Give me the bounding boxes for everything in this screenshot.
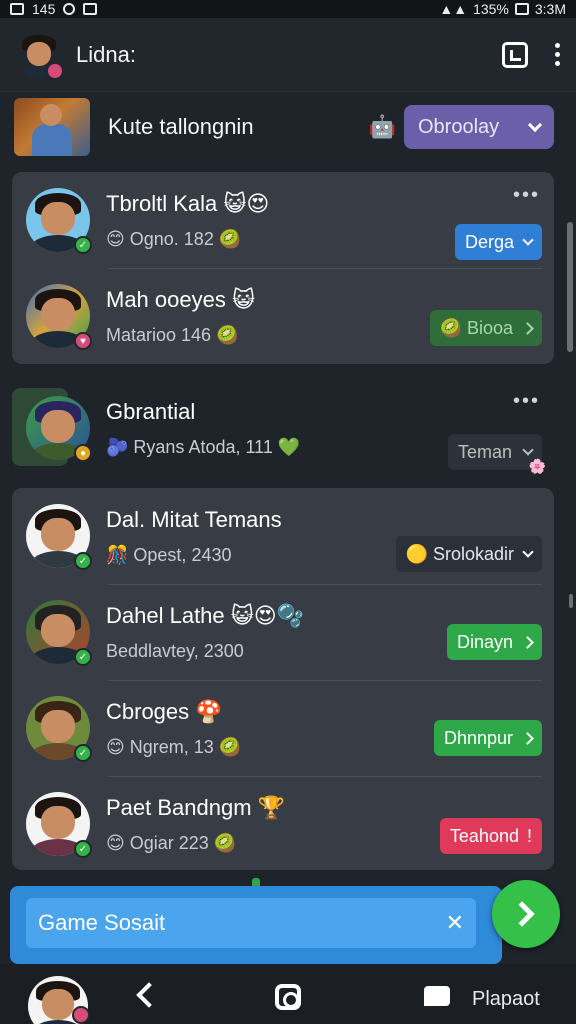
- avatar: ♥: [26, 284, 92, 350]
- avatar: ✓: [26, 600, 92, 666]
- avatar: ✓: [26, 188, 92, 254]
- chevron-right-icon: [521, 635, 534, 649]
- friend-name: Mah ooeyes 😺: [106, 286, 255, 312]
- dropdown-label: Obroolay: [418, 115, 500, 138]
- friend-action-button[interactable]: Derga: [454, 224, 542, 260]
- friend-row[interactable]: ✓ Tbroltl Kala 😺😍 😊 Ogno. 182 🥝 Derga: [12, 172, 554, 268]
- button-label: Teman: [457, 441, 512, 462]
- friend-row[interactable]: ♥ Mah ooeyes 😺 Matarioo 146 🥝 🥝 Biooa: [12, 268, 554, 364]
- notification-icon: [83, 3, 98, 15]
- bottom-navigation: Plapaot: [0, 964, 576, 1024]
- scrollbar-handle[interactable]: [569, 594, 573, 608]
- arrow-right-icon: [509, 901, 535, 927]
- online-badge: ✓: [74, 744, 92, 762]
- avatar: ✓: [26, 504, 92, 570]
- button-label: Dinayn: [456, 631, 513, 652]
- online-badge: ✓: [74, 552, 92, 570]
- friend-action-button[interactable]: Teahond !: [439, 818, 542, 854]
- avatar: ✓: [26, 696, 92, 762]
- friend-name: Gbrantial: [106, 398, 196, 424]
- chevron-down-icon: [527, 117, 543, 132]
- button-label: Teahond: [449, 825, 519, 846]
- friend-action-button[interactable]: Dhnnpur: [433, 720, 542, 756]
- profile-avatar[interactable]: [16, 32, 64, 80]
- status-badge: [72, 1006, 90, 1024]
- app-header: Lidna:: [0, 18, 576, 92]
- online-badge: ✓: [74, 236, 92, 254]
- friend-action-button[interactable]: 🟡 Srolokadir: [395, 536, 542, 572]
- chat-icon[interactable]: [424, 986, 450, 1006]
- signal-icon: ▲▲: [439, 1, 468, 17]
- chevron-down-icon: [522, 545, 534, 558]
- sync-icon: [63, 3, 76, 15]
- friend-action-button[interactable]: 🥝 Biooa: [429, 310, 542, 346]
- status-bar: 145 ▲▲ 135% 3:3M: [0, 0, 576, 18]
- search-input[interactable]: Game Sosait ✕: [26, 898, 476, 948]
- friend-name: Cbroges 🍄: [106, 698, 223, 724]
- friend-card: ✓ Dal. Mitat Temans 🎊 Opest, 2430 🟡 Srol…: [12, 488, 554, 870]
- back-icon[interactable]: [136, 982, 162, 1008]
- friend-row[interactable]: ✓ Paet Bandngm 🏆 😊 Ogiar 223 🥝 Teahond !: [12, 776, 554, 872]
- friend-action-button[interactable]: Dinayn: [446, 624, 542, 660]
- friend-row[interactable]: ✓ Dal. Mitat Temans 🎊 Opest, 2430 🟡 Srol…: [12, 488, 554, 584]
- chevron-right-icon: [521, 321, 534, 335]
- page-title: Lidna:: [76, 41, 136, 67]
- friend-status: 🎊 Opest, 2430: [106, 544, 232, 565]
- friend-row[interactable]: ✓ Cbroges 🍄 😊 Ngrem, 13 🥝 Dhnnpur: [12, 680, 554, 776]
- featured-dropdown[interactable]: Obroolay: [404, 105, 554, 149]
- search-value: Game Sosait: [38, 910, 166, 935]
- profile-avatar[interactable]: [28, 976, 90, 1024]
- clear-icon[interactable]: ✕: [446, 910, 464, 936]
- button-label: 🥝 Biooa: [439, 317, 513, 338]
- chevron-down-icon: [522, 233, 534, 246]
- friend-status: Beddlavtey, 2300: [106, 640, 244, 661]
- featured-item[interactable]: Kute tallongnin 🤖 Obroolay: [14, 96, 554, 158]
- avatar: ✓: [26, 792, 92, 858]
- friend-name: Dal. Mitat Temans: [106, 506, 282, 532]
- info-icon: !: [526, 825, 532, 846]
- featured-thumbnail: [14, 98, 90, 156]
- status-clock: 3:3M: [534, 1, 566, 17]
- friend-status: 😊 Ogiar 223 🥝: [106, 832, 237, 853]
- friend-status: 😊 Ogno. 182 🥝: [106, 228, 242, 249]
- online-badge: ✓: [74, 648, 92, 666]
- robot-icon: 🤖: [368, 114, 396, 139]
- chevron-down-icon: [522, 443, 534, 456]
- chevron-right-icon: [521, 731, 534, 745]
- friend-name: Paet Bandngm 🏆: [106, 794, 286, 820]
- status-time-left: 145: [32, 1, 56, 17]
- battery-icon: [514, 3, 529, 15]
- friend-name: Dahel Lathe 😺😍🫧: [106, 602, 305, 628]
- gallery-icon: [10, 3, 24, 15]
- button-label: 🟡 Srolokadir: [405, 543, 514, 564]
- window-icon[interactable]: [502, 41, 528, 68]
- friend-status: 🫐 Ryans Atoda, 111 💚: [106, 436, 301, 457]
- button-label: Derga: [464, 231, 514, 252]
- home-icon[interactable]: [275, 984, 301, 1010]
- friend-status: Matarioo 146 🥝: [106, 324, 239, 345]
- status-badge: ●: [74, 444, 92, 462]
- avatar: ●: [26, 396, 92, 462]
- battery-level: 135%: [473, 1, 509, 17]
- status-badge: [46, 61, 64, 80]
- more-icon[interactable]: [554, 43, 560, 66]
- scrollbar[interactable]: [567, 222, 573, 352]
- status-badge: ♥: [74, 332, 92, 350]
- send-button[interactable]: [492, 880, 560, 948]
- friend-row-standalone[interactable]: ••• ● Gbrantial 🫐 Ryans Atoda, 111 💚 Tem…: [12, 388, 554, 474]
- nav-label[interactable]: Plapaot: [472, 988, 540, 1011]
- friend-name: Tbroltl Kala 😺😍: [106, 190, 270, 216]
- search-bar: Game Sosait ✕: [10, 886, 502, 964]
- friends-list: Kute tallongnin 🤖 Obroolay ••• ✓ Tbroltl…: [0, 92, 576, 964]
- friend-card: ••• ✓ Tbroltl Kala 😺😍 😊 Ogno. 182 🥝 Derg…: [12, 172, 554, 364]
- online-badge: ✓: [74, 840, 92, 858]
- flower-icon: 🌸: [528, 458, 546, 474]
- featured-name: Kute tallongnin: [108, 114, 254, 139]
- friend-status: 😊 Ngrem, 13 🥝: [106, 736, 242, 757]
- button-label: Dhnnpur: [443, 727, 513, 748]
- friend-row[interactable]: ● Gbrantial 🫐 Ryans Atoda, 111 💚 Teman: [12, 380, 554, 476]
- friend-row[interactable]: ✓ Dahel Lathe 😺😍🫧 Beddlavtey, 2300 Dinay…: [12, 584, 554, 680]
